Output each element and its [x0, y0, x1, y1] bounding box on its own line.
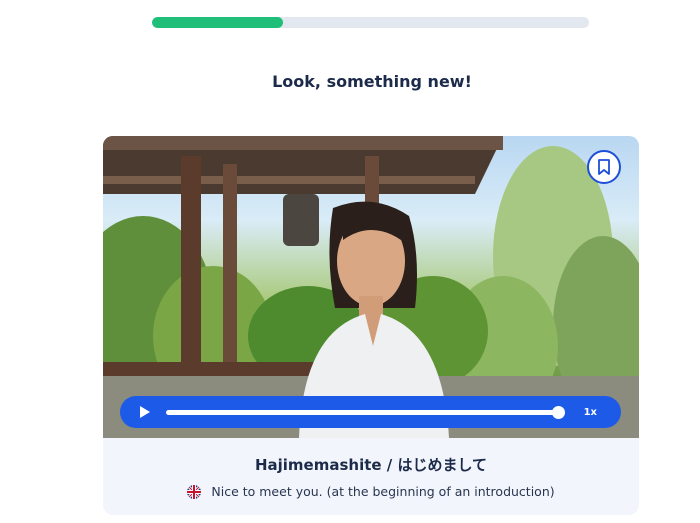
lesson-card: 1x Hajimemashite / はじめまして Nice to meet y…: [103, 136, 639, 515]
play-button[interactable]: [120, 396, 160, 428]
video-player[interactable]: 1x: [103, 136, 639, 438]
translation-row: Nice to meet you. (at the beginning of a…: [103, 484, 639, 499]
bookmark-icon: [598, 159, 610, 175]
translation-text: Nice to meet you. (at the beginning of a…: [211, 484, 555, 499]
lesson-progress-bar: [152, 17, 589, 28]
video-frame-image: [103, 136, 639, 438]
playback-speed-button[interactable]: 1x: [584, 407, 597, 418]
page-heading: Look, something new!: [272, 72, 472, 91]
play-icon: [140, 406, 150, 418]
seek-handle[interactable]: [552, 405, 566, 419]
seek-bar[interactable]: [166, 405, 566, 419]
bookmark-button[interactable]: [587, 150, 621, 184]
audio-controls-bar: 1x: [120, 396, 621, 428]
phrase-text: Hajimemashite / はじめまして: [254, 456, 488, 474]
lesson-progress-fill: [152, 17, 284, 28]
uk-flag-icon: [187, 484, 202, 499]
